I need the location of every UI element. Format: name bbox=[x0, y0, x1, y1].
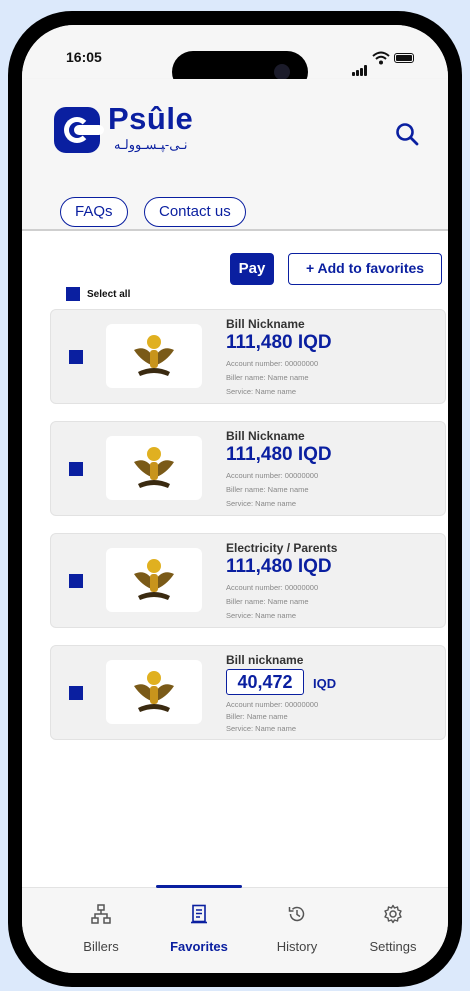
system-icons bbox=[352, 51, 422, 76]
favorites-list: Pay + Add to favorites Select all Bill N… bbox=[22, 231, 448, 891]
faqs-button[interactable]: FAQs bbox=[60, 197, 128, 227]
status-time: 16:05 bbox=[66, 49, 102, 65]
pay-button[interactable]: Pay bbox=[230, 253, 274, 285]
tab-favorites[interactable]: Favorites bbox=[154, 904, 244, 954]
bill-card[interactable]: Bill Nickname 111,480 IQD Account number… bbox=[50, 309, 446, 404]
search-icon[interactable] bbox=[394, 121, 420, 147]
biller-logo bbox=[106, 436, 202, 500]
emblem-icon bbox=[134, 447, 174, 488]
battery-icon bbox=[394, 53, 414, 63]
logo-mark-icon bbox=[54, 107, 104, 153]
biller-logo bbox=[106, 324, 202, 388]
wifi-icon bbox=[372, 51, 390, 65]
tab-history[interactable]: History bbox=[252, 904, 342, 954]
emblem-icon bbox=[134, 671, 174, 712]
tab-billers[interactable]: Billers bbox=[56, 904, 146, 954]
bill-checkbox[interactable] bbox=[69, 462, 83, 476]
bill-checkbox[interactable] bbox=[69, 574, 83, 588]
gear-icon bbox=[384, 904, 402, 924]
active-tab-indicator bbox=[156, 885, 242, 888]
network-icon bbox=[91, 904, 111, 924]
biller-logo bbox=[106, 548, 202, 612]
tab-bar: Billers Favorites History Settings bbox=[22, 885, 448, 973]
contact-us-button[interactable]: Contact us bbox=[144, 197, 246, 227]
bill-checkbox[interactable] bbox=[69, 350, 83, 364]
app-header: Psûle ﻧـﻰ-ﭙـﺴـﻮوﻟـﻪ FAQs Contact us bbox=[22, 79, 448, 231]
tab-settings[interactable]: Settings bbox=[348, 904, 438, 954]
bill-card[interactable]: Electricity / Parents 111,480 IQD Accoun… bbox=[50, 533, 446, 628]
biller-logo bbox=[106, 660, 202, 724]
receipt-icon bbox=[191, 904, 207, 924]
emblem-icon bbox=[134, 335, 174, 376]
emblem-icon bbox=[134, 559, 174, 600]
select-all-checkbox[interactable] bbox=[66, 287, 80, 301]
bill-card[interactable]: Bill nickname 40,472 IQD Account number:… bbox=[50, 645, 446, 740]
add-to-favorites-button[interactable]: + Add to favorites bbox=[288, 253, 442, 285]
bill-checkbox[interactable] bbox=[69, 686, 83, 700]
history-icon bbox=[288, 906, 305, 922]
amount-input[interactable]: 40,472 bbox=[226, 669, 304, 695]
phone-frame: 16:05 Psûle ﻧـﻰ-ﭙـﺴـﻮوﻟـﻪ FAQs Contact u… bbox=[8, 11, 462, 987]
bill-card[interactable]: Bill Nickname 111,480 IQD Account number… bbox=[50, 421, 446, 516]
app-screen: 16:05 Psûle ﻧـﻰ-ﭙـﺴـﻮوﻟـﻪ FAQs Contact u… bbox=[22, 25, 448, 973]
